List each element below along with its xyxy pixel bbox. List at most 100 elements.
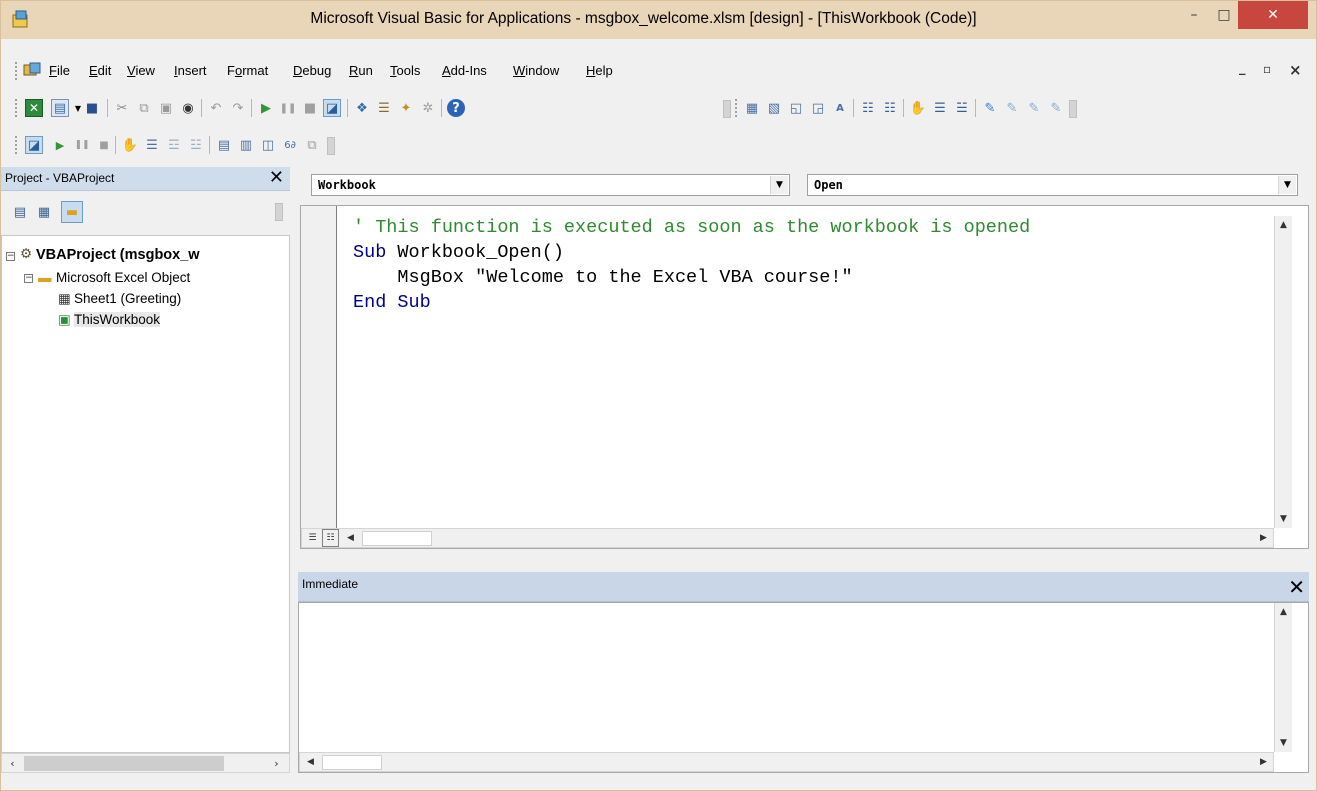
immediate-close-icon[interactable]: ✕ <box>1288 575 1305 599</box>
menu-file[interactable]: File <box>49 63 70 78</box>
scroll-right-icon[interactable]: ▶ <box>1255 753 1272 771</box>
watch-window-icon[interactable]: ◫ <box>259 136 277 154</box>
code-margin[interactable] <box>301 206 337 528</box>
toolbar-chevron-icon[interactable] <box>275 203 283 221</box>
menu-view[interactable]: View <box>127 63 155 78</box>
tree-node-excel-objects[interactable]: Microsoft Excel Object <box>56 270 190 285</box>
menu-edit[interactable]: Edit <box>89 63 111 78</box>
toolbar-grip[interactable] <box>15 136 18 154</box>
next-bookmark-icon[interactable]: ✎ <box>1003 99 1021 117</box>
comment-block-icon[interactable]: ☰ <box>931 99 949 117</box>
immediate-window-icon[interactable]: ▥ <box>237 136 255 154</box>
immediate-window[interactable]: ▲ ▼ ◀ ▶ <box>298 602 1309 773</box>
parameter-info-icon[interactable]: ◲ <box>809 99 827 117</box>
menu-tools[interactable]: Tools <box>390 63 420 78</box>
toggle-folders-icon[interactable]: ▬ <box>61 201 83 223</box>
reset-icon[interactable]: ■ <box>301 99 319 117</box>
full-module-view-icon[interactable]: ☷ <box>322 529 339 547</box>
mdi-close-button[interactable]: × <box>1289 61 1302 79</box>
menu-run[interactable]: Run <box>349 63 373 78</box>
scroll-right-icon[interactable]: › <box>268 754 285 772</box>
list-constants-icon[interactable]: ▧ <box>765 99 783 117</box>
break-icon[interactable]: ❚❚ <box>279 99 297 117</box>
code-editor[interactable]: ' This function is executed as soon as t… <box>300 205 1309 549</box>
code-text[interactable]: ' This function is executed as soon as t… <box>353 215 1030 315</box>
object-dropdown[interactable]: Workbook ▼ <box>311 174 790 196</box>
scroll-up-icon[interactable]: ▲ <box>1275 603 1292 621</box>
maximize-button[interactable]: □ <box>1209 1 1239 28</box>
code-hscrollbar[interactable]: ☰ ☷ ◀ ▶ <box>301 528 1274 548</box>
project-explorer-icon[interactable]: ❖ <box>353 99 371 117</box>
locals-window-icon[interactable]: ▤ <box>215 136 233 154</box>
view-code-icon[interactable]: ▤ <box>11 203 29 221</box>
design-mode-icon[interactable]: ◪ <box>323 99 341 117</box>
save-icon[interactable]: ■ <box>83 99 101 117</box>
toolbar-chevron-icon[interactable] <box>723 100 731 118</box>
scroll-thumb[interactable] <box>362 531 432 546</box>
project-hscrollbar[interactable]: ‹ › <box>1 753 290 773</box>
call-stack-icon[interactable]: ⧉ <box>303 136 321 154</box>
help-icon[interactable]: ? <box>447 99 465 117</box>
scroll-thumb[interactable] <box>322 755 382 770</box>
menu-window[interactable]: Window <box>513 63 559 78</box>
excel-view-icon[interactable]: ✕ <box>25 99 43 117</box>
pane-splitter[interactable] <box>290 167 298 773</box>
run-icon[interactable]: ▶ <box>257 99 275 117</box>
chevron-down-icon[interactable]: ▼ <box>770 176 788 194</box>
minimize-button[interactable]: – <box>1179 1 1209 28</box>
scroll-left-icon[interactable]: ◀ <box>342 529 359 547</box>
complete-word-icon[interactable]: A <box>831 99 849 117</box>
immediate-vscrollbar[interactable]: ▲ ▼ <box>1274 603 1292 752</box>
toolbar-chevron-icon[interactable] <box>327 137 335 155</box>
mdi-minimize-button[interactable]: _ <box>1239 61 1246 76</box>
cut-icon[interactable]: ✂ <box>113 99 131 117</box>
mdi-restore-button[interactable]: ▫ <box>1263 62 1271 76</box>
scroll-thumb[interactable] <box>24 756 224 771</box>
clear-bookmarks-icon[interactable]: ✎ <box>1047 99 1065 117</box>
quick-watch-icon[interactable]: 6∂ <box>281 136 299 154</box>
close-button[interactable]: ✕ <box>1238 1 1308 29</box>
code-vscrollbar[interactable]: ▲ ▼ <box>1274 216 1292 528</box>
copy-icon[interactable]: ⧉ <box>135 99 153 117</box>
scroll-left-icon[interactable]: ‹ <box>4 754 21 772</box>
object-browser-icon[interactable]: ✦ <box>397 99 415 117</box>
project-explorer-close-icon[interactable]: ✕ <box>269 167 284 188</box>
toolbar-grip[interactable] <box>15 99 18 117</box>
scroll-down-icon[interactable]: ▼ <box>1275 510 1292 528</box>
design-mode-icon[interactable]: ◪ <box>25 136 43 154</box>
indent-icon[interactable]: ☷ <box>859 99 877 117</box>
immediate-hscrollbar[interactable]: ◀ ▶ <box>299 752 1274 772</box>
uncomment-block-icon[interactable]: ☱ <box>953 99 971 117</box>
list-properties-icon[interactable]: ▦ <box>743 99 761 117</box>
menu-format[interactable]: Format <box>227 63 268 78</box>
vba-document-icon[interactable] <box>23 61 43 79</box>
undo-icon[interactable]: ↶ <box>207 99 225 117</box>
find-icon[interactable]: ◉ <box>179 99 197 117</box>
scroll-down-icon[interactable]: ▼ <box>1275 734 1292 752</box>
step-into-icon[interactable]: ☰ <box>143 136 161 154</box>
tree-node-sheet1[interactable]: Sheet1 (Greeting) <box>74 291 181 306</box>
run-icon[interactable]: ▶ <box>51 136 69 154</box>
menu-help[interactable]: Help <box>586 63 613 78</box>
tree-node-vbaproject[interactable]: VBAProject (msgbox_w <box>36 247 200 263</box>
redo-icon[interactable]: ↷ <box>229 99 247 117</box>
paste-icon[interactable]: ▣ <box>157 99 175 117</box>
view-object-icon[interactable]: ▦ <box>35 203 53 221</box>
toolbar-chevron-icon[interactable] <box>1069 100 1077 118</box>
chevron-down-icon[interactable]: ▼ <box>1278 176 1296 194</box>
outdent-icon[interactable]: ☷ <box>881 99 899 117</box>
toggle-bookmark-icon[interactable]: ✎ <box>981 99 999 117</box>
tree-node-thisworkbook[interactable]: ThisWorkbook <box>74 312 161 327</box>
previous-bookmark-icon[interactable]: ✎ <box>1025 99 1043 117</box>
scroll-right-icon[interactable]: ▶ <box>1255 529 1272 547</box>
scroll-left-icon[interactable]: ◀ <box>302 753 319 771</box>
collapse-icon[interactable]: − <box>6 252 15 261</box>
vba-app-icon[interactable] <box>11 9 31 29</box>
procedure-view-icon[interactable]: ☰ <box>304 529 321 547</box>
menubar-grip[interactable] <box>15 62 18 80</box>
properties-window-icon[interactable]: ☰ <box>375 99 393 117</box>
step-out-icon[interactable]: ☳ <box>187 136 205 154</box>
quick-info-icon[interactable]: ◱ <box>787 99 805 117</box>
toolbar-grip[interactable] <box>735 99 738 117</box>
toggle-breakpoint-icon[interactable]: ✋ <box>121 136 139 154</box>
